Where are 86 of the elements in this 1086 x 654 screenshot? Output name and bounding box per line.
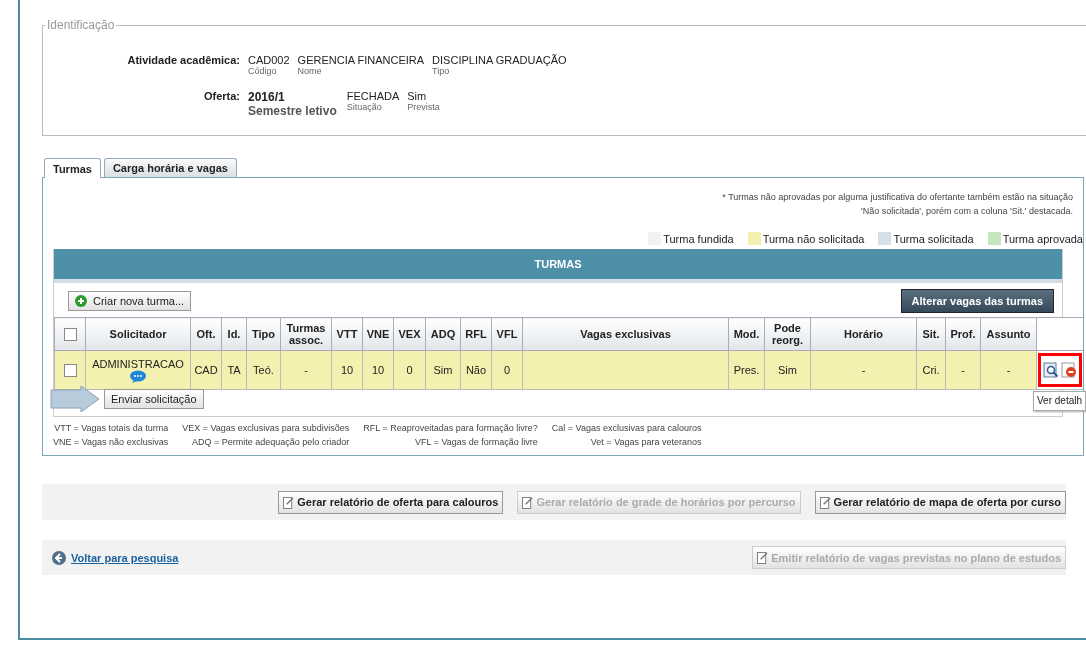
table-cell: Teó. <box>253 364 274 376</box>
column-header: Vagas exclusivas <box>522 317 729 351</box>
panel-legend: Identificação <box>45 18 117 32</box>
column-header: Pode reorg. <box>764 317 811 351</box>
report-button[interactable]: Gerar relatório de mapa de oferta por curso <box>814 490 1066 514</box>
column-header: Solicitador <box>85 317 191 351</box>
edit-document-icon <box>819 495 831 509</box>
tooltip: Ver detalh <box>1033 391 1086 411</box>
table-cell: CAD <box>194 364 218 376</box>
note-text: * Turmas não aprovadas por alguma justificativa do ofertante também estão na situação <box>722 191 1073 204</box>
table-cell: TA <box>227 364 241 376</box>
report-button[interactable]: Gerar relatório de oferta para calouros <box>278 490 504 514</box>
legend-label: Turma fundida <box>663 232 734 245</box>
column-header: Tipo <box>246 317 281 351</box>
column-header: VEX <box>393 317 426 351</box>
field-label: Oferta: <box>202 90 240 104</box>
glossary-text: Vet = Vagas para veteranos <box>589 436 702 449</box>
glossary-text: RFL = Reaproveitadas para formação livre? <box>363 422 538 435</box>
glossary-text: ADQ = Permite adequação pelo criador <box>191 436 350 449</box>
glossary-text: VFL = Vagas de formação livre <box>414 436 538 449</box>
field-caption: Prevista <box>407 102 440 112</box>
column-header: Id. <box>221 317 247 351</box>
table-cell: - <box>1006 364 1011 376</box>
table-cell: 0 <box>406 364 413 376</box>
table-cell: - <box>861 364 866 376</box>
table-cell: - <box>304 364 308 376</box>
legend-label: Turma não solicitada <box>762 232 865 245</box>
field-caption: Situação <box>346 102 383 112</box>
table-cell: Cri. <box>922 364 940 376</box>
note-text: 'Não solicitada', porém com a coluna 'Sit.' destacada. <box>861 205 1073 218</box>
column-header: Assunto <box>980 317 1037 351</box>
checkbox[interactable] <box>63 327 77 341</box>
alter-vacancies-button[interactable]: Alterar vagas das turmas <box>900 289 1054 313</box>
column-header: Oft. <box>190 317 222 351</box>
edit-document-icon <box>522 495 534 509</box>
field-value: FECHADA <box>346 90 400 102</box>
field-value: CAD002 <box>248 54 290 66</box>
legend-label: Turma aprovada <box>1002 232 1083 245</box>
table-cell: Pres. <box>733 364 760 376</box>
glossary-text: VTT = Vagas totais da turma <box>53 422 169 435</box>
field-value: DISCIPLINA GRADUAÇÃO <box>432 54 567 66</box>
back-link[interactable]: Voltar para pesquisa <box>52 550 179 565</box>
tab[interactable]: Turmas <box>44 158 101 178</box>
column-header: Mod. <box>728 317 765 351</box>
table-title-bar: TURMAS <box>54 249 1062 283</box>
table-cell: Não <box>465 364 487 376</box>
field-value: Sim <box>407 90 428 102</box>
table-cell: Sim <box>433 364 453 376</box>
chat-bubble-icon[interactable] <box>130 369 146 383</box>
column-header: Prof. <box>945 317 981 351</box>
field-value: GERENCIA FINANCEIRA <box>297 54 425 66</box>
back-arrow-icon <box>52 550 66 565</box>
edit-document-icon <box>283 495 295 509</box>
column-header: Sit. <box>916 317 946 351</box>
table-cell: 10 <box>371 364 385 376</box>
legend-label: Turma solicitada <box>893 232 974 245</box>
glossary-text: VEX = Vagas exclusivas para subdivisões <box>182 422 350 435</box>
field-caption: Tipo <box>432 66 451 76</box>
arrow-icon <box>50 386 100 412</box>
new-class-button[interactable]: Criar nova turma... <box>68 291 192 311</box>
view-details-icon[interactable] <box>1043 362 1059 378</box>
column-header: VTT <box>331 317 363 351</box>
field-caption: Nome <box>297 66 323 76</box>
plus-icon <box>75 295 87 307</box>
field-caption: Código <box>248 66 278 76</box>
remove-icon[interactable] <box>1061 362 1077 378</box>
column-header: Turmas assoc. <box>280 317 332 351</box>
field-label: Atividade acadêmica: <box>126 54 240 68</box>
column-header: ADQ <box>425 317 461 351</box>
table-cell: - <box>961 364 965 376</box>
checkbox[interactable] <box>63 363 77 377</box>
table-cell: Sim <box>778 364 797 376</box>
table-cell: ADMINISTRACAO <box>92 357 184 370</box>
table-cell: 0 <box>503 364 511 376</box>
glossary-text: Cal = Vagas exclusivas para calouros <box>551 422 702 435</box>
tab[interactable]: Carga horária e vagas <box>103 158 237 177</box>
column-header: VNE <box>362 317 394 351</box>
column-header: VFL <box>491 317 523 351</box>
period-caption: Semestre letivo <box>248 104 337 118</box>
edit-document-icon <box>757 551 769 564</box>
column-header: RFL <box>460 317 492 351</box>
column-header: Horário <box>810 317 917 351</box>
glossary-text: VNE = Vagas não exclusivas <box>53 436 169 449</box>
period-value: 2016/1 <box>248 90 286 104</box>
table-cell: 10 <box>340 364 354 376</box>
send-request-button[interactable]: Enviar solicitação <box>104 389 204 409</box>
